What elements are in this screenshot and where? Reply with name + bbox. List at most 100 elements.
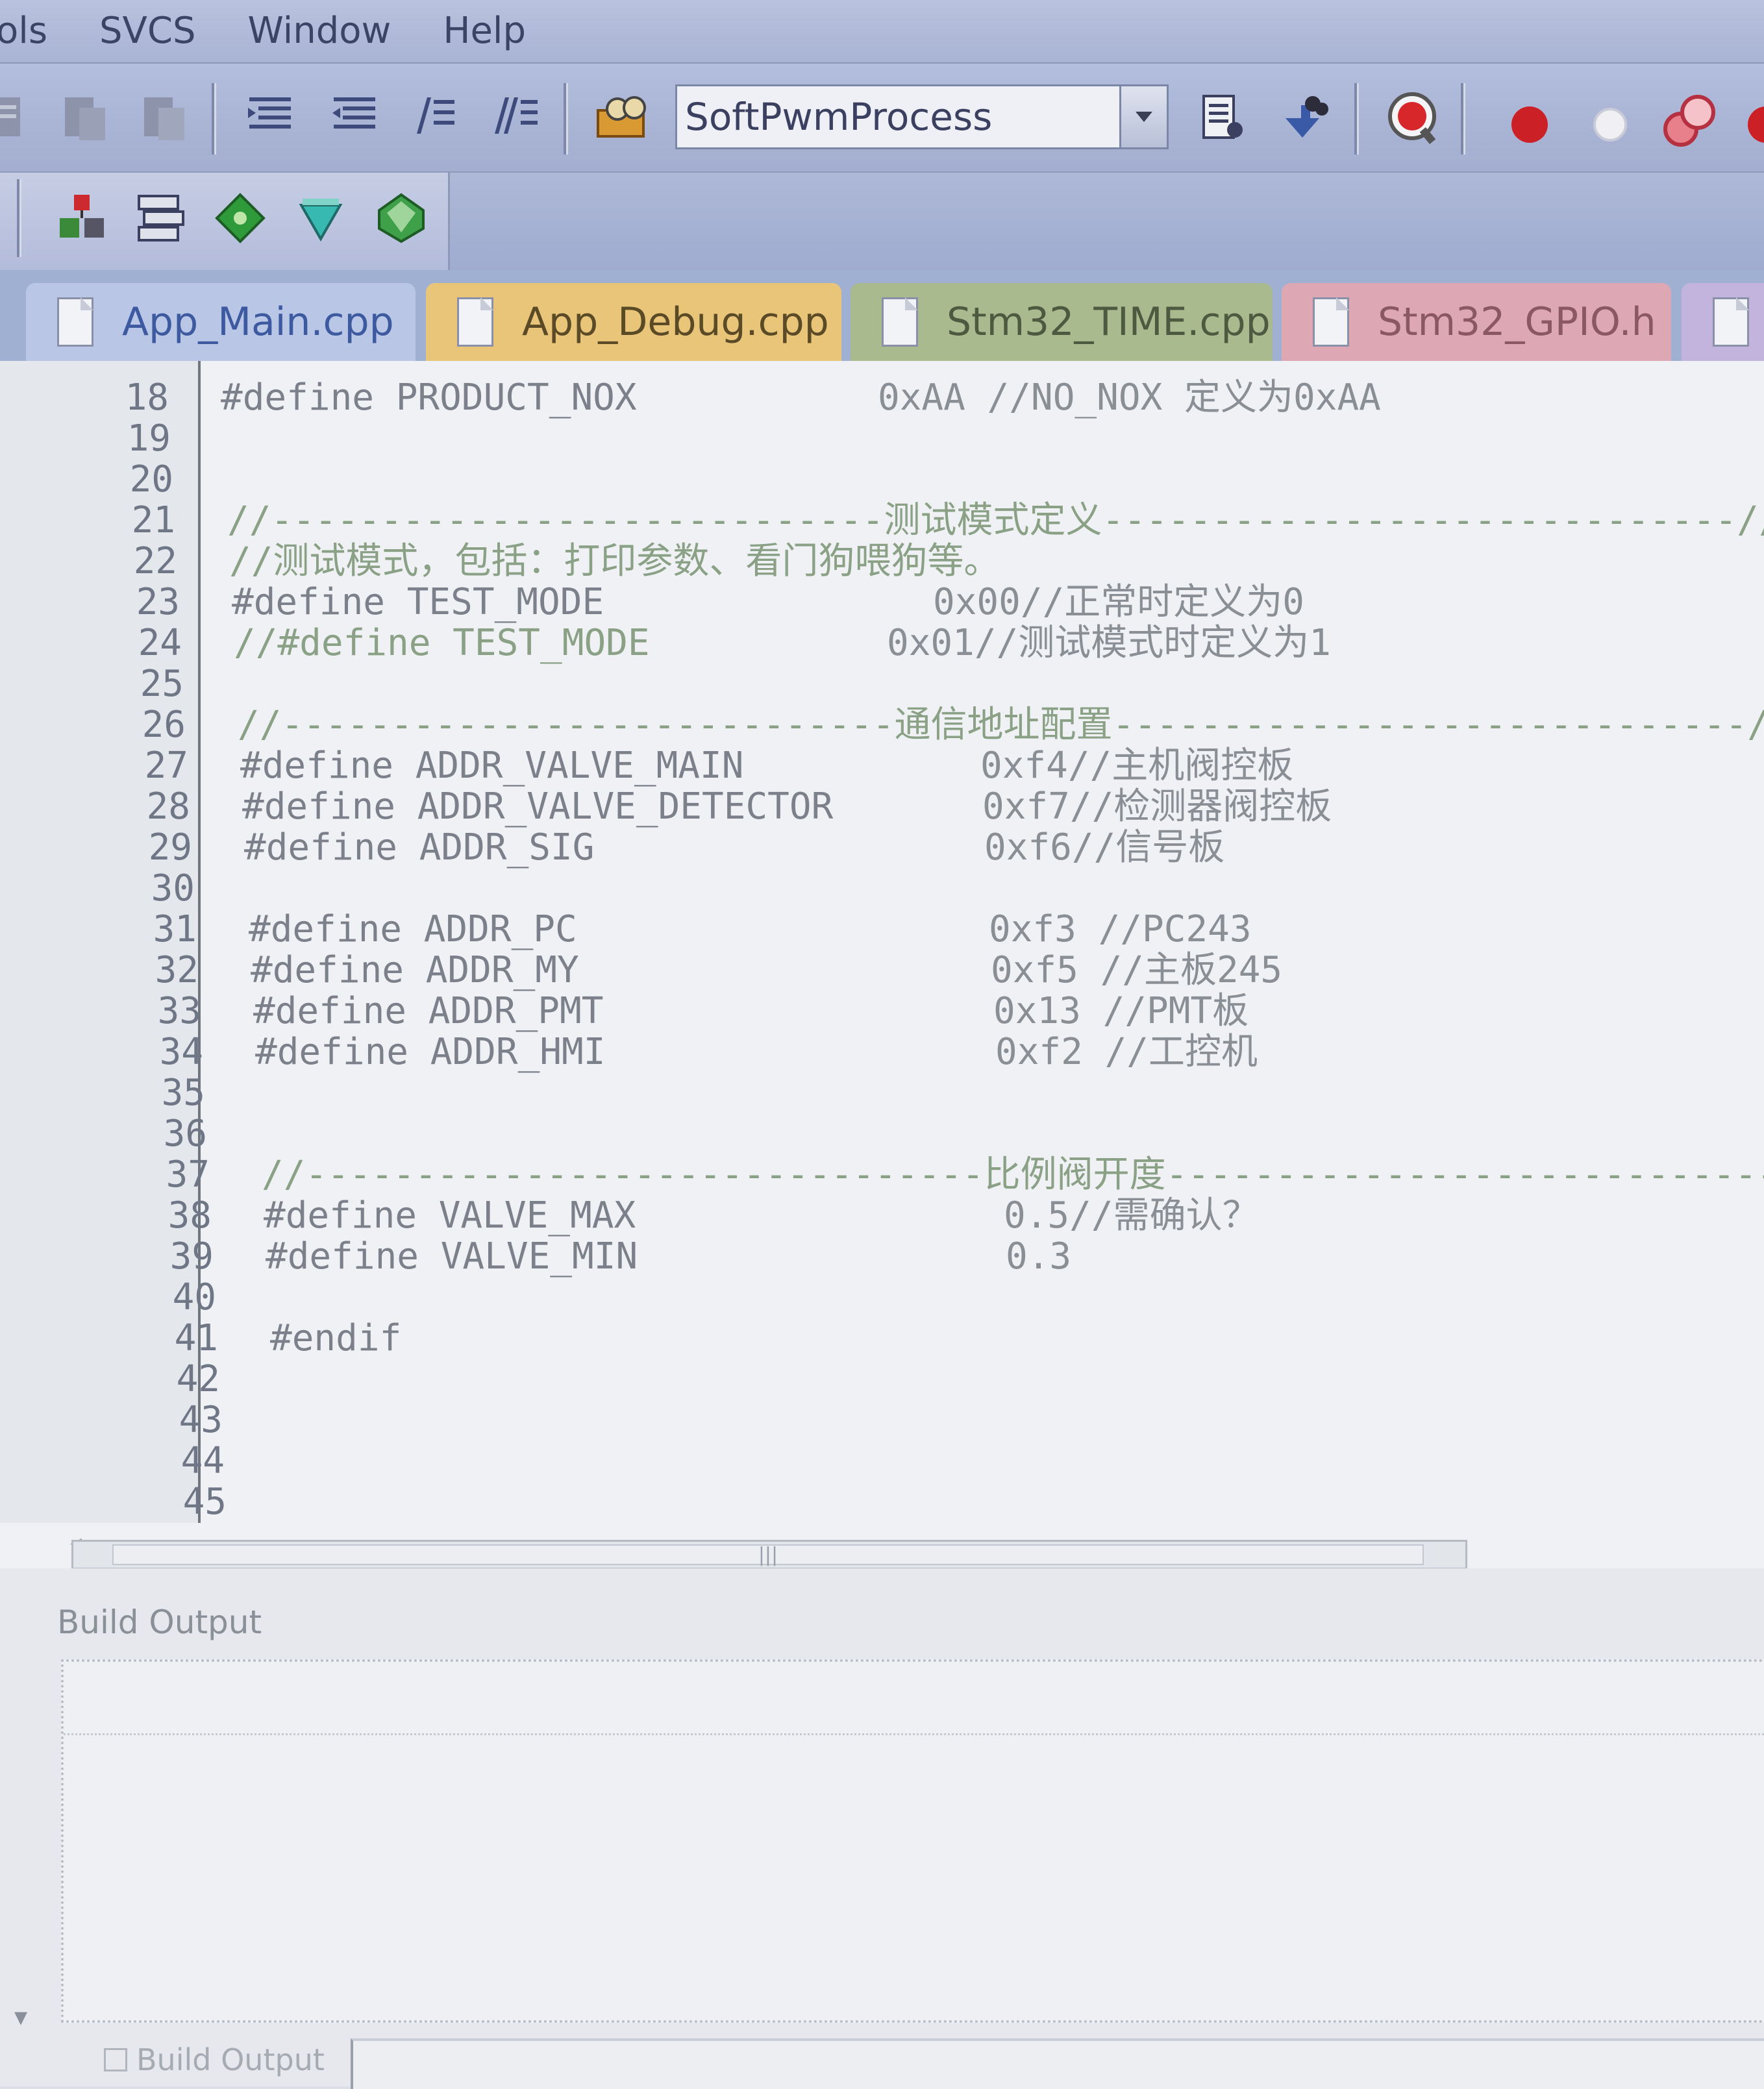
code-line[interactable]: 26 //----------------------------通信地址配置--… — [0, 705, 1764, 745]
code-text: #define VALVE_MIN — [266, 1235, 638, 1278]
code-line[interactable]: 22 //测试模式，包括：打印参数、看门狗喂狗等。 — [0, 541, 1764, 582]
bookmark-clear-icon[interactable] — [134, 87, 196, 149]
code-line[interactable]: 34 #define ADDR_HMI 0xf2 //工控机 — [0, 1032, 1764, 1072]
code-line[interactable]: 45 — [0, 1482, 1764, 1522]
code-line[interactable]: 29 #define ADDR_SIG 0xf6//信号板 — [0, 828, 1764, 868]
build-output-area[interactable] — [61, 1659, 1764, 2023]
toolbar-separator — [17, 179, 19, 257]
indent-icon[interactable] — [240, 86, 303, 148]
code-text: #define ADDR_MY — [251, 949, 579, 991]
secondary-toolbar — [0, 173, 1764, 270]
code-text: #endif — [270, 1317, 402, 1359]
chevron-down-icon[interactable] — [1119, 86, 1167, 147]
build-output-tab[interactable]: Build Output — [104, 2042, 325, 2077]
toolbar-separator — [1461, 83, 1463, 155]
build-output-tab-label: Build Output — [136, 2042, 325, 2077]
code-line[interactable]: 40 — [0, 1278, 1764, 1318]
code-line[interactable]: 30 — [0, 869, 1764, 909]
tab-app-main[interactable]: App_Main.cpp — [26, 283, 416, 361]
line-number: 34 — [159, 1031, 203, 1073]
tab-app-debug[interactable]: App_Debug.cpp — [426, 283, 841, 361]
code-editor[interactable]: 18 #define PRODUCT_NOX 0xAA //NO_NOX 定义为0x… — [0, 361, 1764, 1570]
cyan-diamond-icon[interactable] — [290, 187, 352, 249]
line-number: 20 — [129, 458, 173, 501]
code-value: 0x13 //PMT板 — [993, 990, 1249, 1032]
tab-stm32-time[interactable]: Stm32_TIME.cpp — [851, 283, 1273, 361]
line-number: 45 — [182, 1481, 227, 1523]
code-value: 0x00//正常时定义为0 — [933, 581, 1305, 623]
code-line[interactable]: 24 //#define TEST_MODE 0x01//测试模式时定义为1 — [0, 623, 1764, 663]
bookmark-next-icon[interactable] — [55, 87, 117, 149]
file-icon — [457, 297, 493, 347]
hierarchy-icon[interactable] — [51, 187, 113, 249]
tab-more[interactable] — [1682, 283, 1764, 361]
code-line[interactable]: 19 — [0, 419, 1764, 459]
code-line[interactable]: 25 — [0, 664, 1764, 704]
code-line[interactable]: 21 //----------------------------测试模式定义--… — [0, 501, 1764, 541]
code-line[interactable]: 28 #define ADDR_VALVE_DETECTOR 0xf7//检测器阀控… — [0, 787, 1764, 827]
find-replace-icon[interactable] — [1274, 87, 1336, 149]
code-text: #define ADDR_PC — [249, 908, 577, 950]
menu-help[interactable]: Help — [417, 0, 552, 62]
code-line[interactable]: 37 //-------------------------------比例阀开度… — [0, 1155, 1764, 1195]
code-value: 0x01//测试模式时定义为1 — [887, 622, 1332, 664]
line-number: 38 — [168, 1194, 212, 1237]
breakpoint-icon[interactable] — [1498, 93, 1561, 156]
toolbar-separator — [1354, 83, 1357, 155]
build-output-panel: Build Output ▾ Build Output — [0, 1568, 1764, 2089]
toolbar-separator — [212, 83, 214, 155]
code-value: 0xAA //NO_NOX 定义为0xAA — [878, 377, 1381, 419]
line-number: 33 — [157, 990, 201, 1032]
stack-icon[interactable] — [130, 187, 192, 249]
line-number: 22 — [133, 540, 177, 582]
find-process-icon[interactable] — [592, 86, 654, 148]
debug-stop-icon[interactable] — [1383, 87, 1445, 149]
code-line[interactable]: 18 #define PRODUCT_NOX 0xAA //NO_NOX 定义为0x… — [0, 378, 1764, 418]
code-line[interactable]: 44 — [0, 1441, 1764, 1481]
code-line[interactable]: 42 — [0, 1359, 1764, 1400]
build-output-row — [64, 1662, 1764, 1735]
green-diamond-icon[interactable] — [209, 187, 271, 249]
code-line[interactable]: 39 #define VALVE_MIN 0.3 — [0, 1237, 1764, 1277]
line-number: 36 — [163, 1113, 207, 1155]
code-line[interactable]: 43 — [0, 1400, 1764, 1440]
code-line[interactable]: 20 — [0, 460, 1764, 500]
process-select[interactable]: SoftPwmProcess — [675, 84, 1169, 149]
scroll-down-icon[interactable]: ▾ — [14, 2002, 27, 2032]
green-gem-icon[interactable] — [370, 187, 432, 249]
tab-label: Stm32_GPIO.h — [1378, 299, 1656, 345]
line-number: 37 — [166, 1154, 210, 1196]
breakpoint-icon-2[interactable] — [1733, 93, 1764, 156]
menu-window[interactable]: Window — [222, 0, 417, 62]
code-line[interactable]: 41 #endif — [0, 1318, 1764, 1359]
bookmark-prev-icon[interactable] — [0, 87, 39, 149]
line-number: 24 — [138, 622, 182, 664]
menu-tools[interactable]: ols — [0, 0, 73, 62]
code-text: #define PRODUCT_NOX — [221, 377, 637, 419]
code-line[interactable]: 33 #define ADDR_PMT 0x13 //PMT板 — [0, 991, 1764, 1032]
menu-bar: ols SVCS Window Help — [0, 0, 1764, 64]
line-number: 42 — [176, 1358, 220, 1400]
code-line[interactable]: 31 #define ADDR_PC 0xf3 //PC243 — [0, 909, 1764, 950]
code-value: 0xf2 //工控机 — [995, 1031, 1258, 1073]
scrollbar-thumb[interactable]: ||| — [112, 1544, 1424, 1566]
menu-svcs[interactable]: SVCS — [73, 0, 222, 62]
horizontal-scrollbar[interactable]: ||| — [71, 1540, 1467, 1570]
breakpoint-disable-icon[interactable] — [1579, 93, 1641, 156]
line-number: 19 — [127, 417, 171, 460]
code-value: 0.3 — [1006, 1235, 1072, 1278]
outdent-icon[interactable] — [325, 86, 387, 148]
code-line[interactable]: 27 #define ADDR_VALVE_MAIN 0xf4//主机阀控板 — [0, 746, 1764, 786]
code-comment: //----------------------------测试模式定义----… — [227, 499, 1764, 541]
code-line[interactable]: 38 #define VALVE_MAX 0.5//需确认？ — [0, 1196, 1764, 1236]
code-line[interactable]: 23 #define TEST_MODE 0x00//正常时定义为0 — [0, 582, 1764, 623]
breakpoint-clear-icon[interactable] — [1659, 91, 1722, 153]
code-value: 0xf7//检测器阀控板 — [982, 785, 1332, 828]
find-icon[interactable] — [1192, 87, 1254, 149]
code-line[interactable]: 35 — [0, 1073, 1764, 1113]
tab-stm32-gpio[interactable]: Stm32_GPIO.h — [1282, 283, 1671, 361]
code-line[interactable]: 32 #define ADDR_MY 0xf5 //主板245 — [0, 950, 1764, 991]
uncomment-icon[interactable] — [484, 86, 547, 148]
code-line[interactable]: 36 — [0, 1114, 1764, 1154]
comment-icon[interactable] — [403, 86, 465, 148]
